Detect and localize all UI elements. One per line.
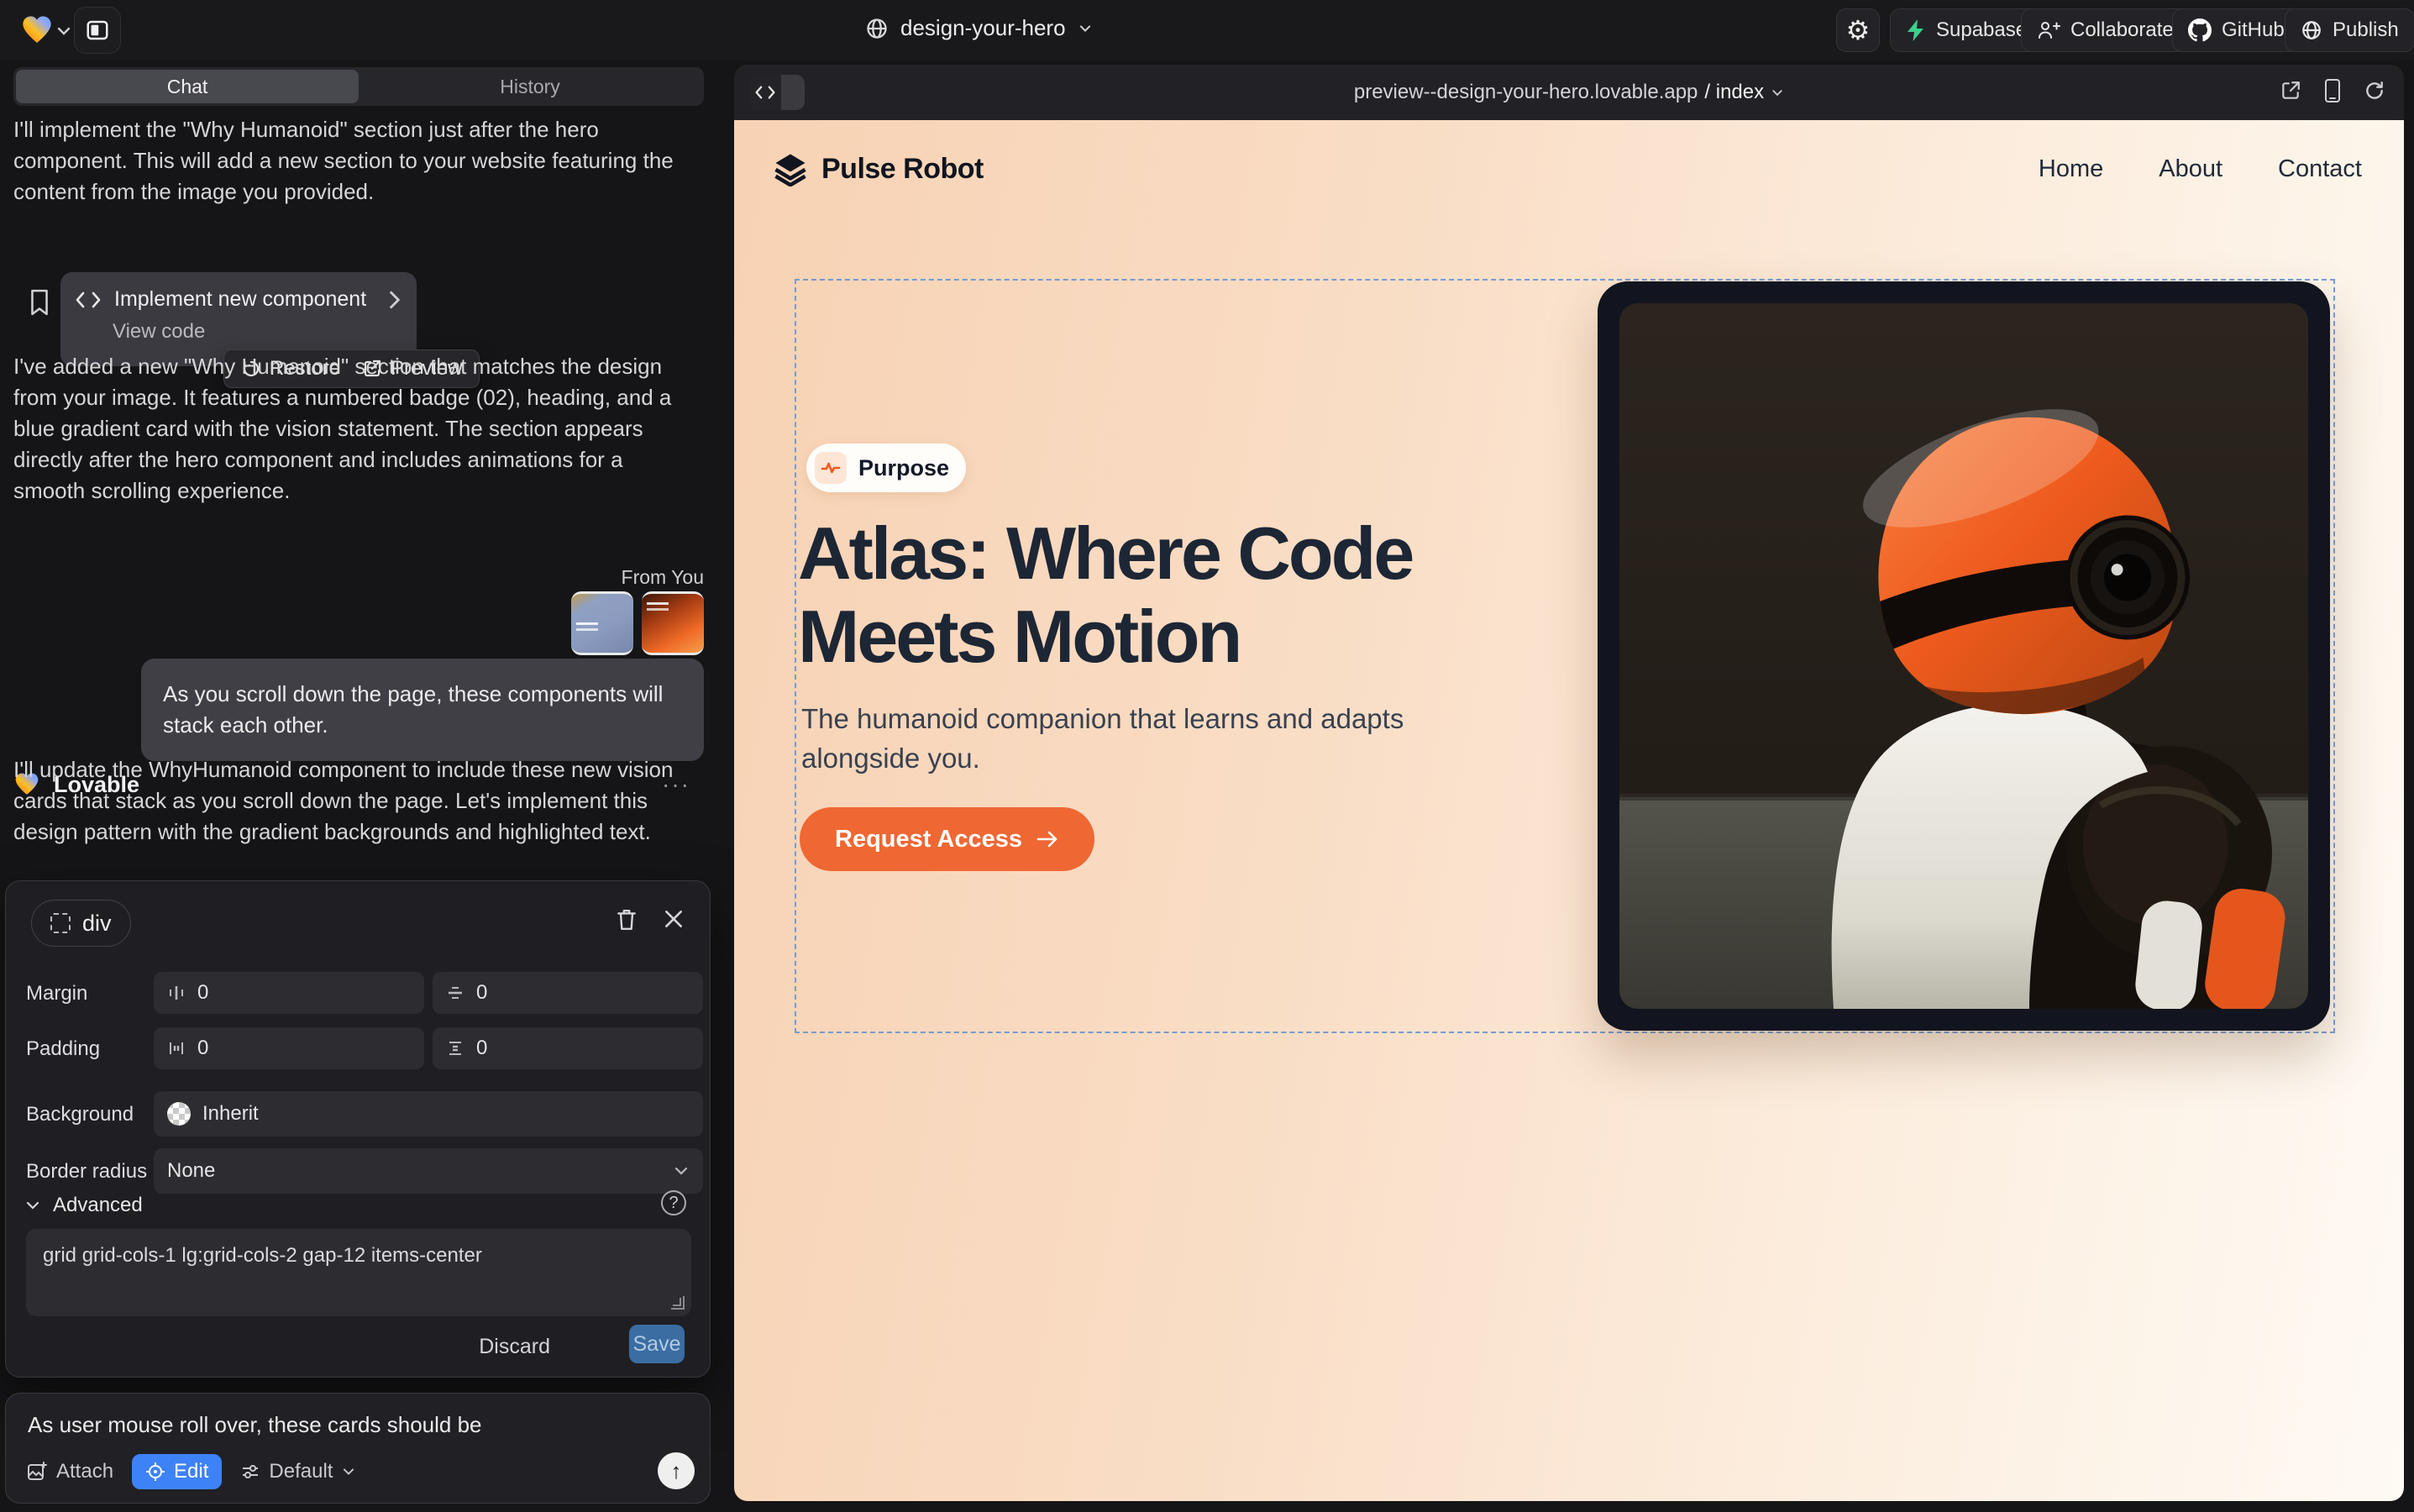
sliders-icon (240, 1462, 260, 1482)
padding-x-input[interactable]: 0 (154, 1027, 424, 1069)
preview-panel: preview--design-your-hero.lovable.app / … (734, 65, 2404, 1501)
background-input[interactable]: Inherit (154, 1091, 703, 1137)
publish-globe-icon (2301, 19, 2322, 41)
chat-composer[interactable]: As user mouse roll over, these cards sho… (5, 1393, 711, 1504)
element-tag: div (82, 911, 112, 937)
close-icon[interactable] (663, 908, 685, 930)
from-you-label: From You (622, 566, 704, 589)
request-access-button[interactable]: Request Access (800, 807, 1094, 871)
nav-about[interactable]: About (2159, 155, 2222, 183)
target-icon (145, 1462, 165, 1482)
layers-logo-icon (773, 151, 808, 186)
chevron-down-icon (341, 1467, 356, 1477)
project-name: design-your-hero (900, 15, 1066, 41)
hero-image-card (1598, 281, 2330, 1031)
add-user-icon (2037, 19, 2060, 41)
site-nav: Home About Contact (2039, 155, 2362, 183)
arrow-right-icon (1036, 830, 1059, 848)
bookmark-icon[interactable] (29, 289, 50, 316)
attach-button[interactable]: Attach (26, 1460, 113, 1483)
chevron-down-icon (1078, 24, 1093, 34)
user-message-bubble: As you scroll down the page, these compo… (141, 659, 704, 761)
margin-label: Margin (26, 982, 87, 1005)
element-inspector-panel: div Margin 0 0 Padding 0 0 Background In… (5, 880, 711, 1378)
preview-domain: preview--design-your-hero.lovable.app (1354, 81, 1698, 104)
attach-image-icon (26, 1461, 48, 1483)
nav-contact[interactable]: Contact (2278, 155, 2362, 183)
resize-handle[interactable] (671, 1296, 685, 1310)
purpose-badge: Purpose (806, 444, 966, 492)
discard-button[interactable]: Discard (479, 1335, 550, 1359)
model-mode-select[interactable]: Default (240, 1460, 356, 1483)
publish-button[interactable]: Publish (2285, 8, 2414, 52)
attachment-thumbnail-orange[interactable] (642, 591, 704, 655)
refresh-icon[interactable] (2364, 80, 2385, 102)
preview-url[interactable]: preview--design-your-hero.lovable.app / … (734, 65, 2404, 120)
transparency-swatch-icon (167, 1102, 191, 1126)
send-button[interactable]: ↑ (658, 1452, 695, 1489)
nav-home[interactable]: Home (2039, 155, 2103, 183)
border-radius-label: Border radius (26, 1160, 147, 1184)
view-code-link[interactable]: View code (60, 312, 417, 344)
assistant-message: I've added a new "Why Humanoid" section … (13, 351, 690, 507)
chevron-right-icon (388, 290, 401, 310)
delete-element-button[interactable] (616, 908, 638, 932)
chevron-down-icon (24, 1200, 41, 1211)
settings-button[interactable]: ⚙ (1836, 8, 1880, 52)
chevron-down-icon[interactable] (55, 25, 72, 37)
collaborate-button[interactable]: Collaborate (2021, 8, 2190, 52)
robot-image (1619, 303, 2308, 1009)
chevron-down-icon (1771, 88, 1784, 97)
attachment-thumbnail-blue[interactable] (571, 591, 633, 655)
lovable-logo-icon[interactable] (20, 13, 54, 47)
project-switcher[interactable]: design-your-hero (865, 15, 1093, 41)
site-canvas: Pulse Robot Home About Contact Purpose A… (734, 120, 2404, 1501)
code-icon (76, 291, 101, 309)
chat-history-tabs: Chat History (13, 67, 704, 106)
selected-element-chip[interactable]: div (31, 900, 131, 947)
save-button[interactable]: Save (629, 1325, 685, 1363)
assistant-message: I'll implement the "Why Humanoid" sectio… (13, 114, 690, 207)
supabase-button[interactable]: Supabase (1890, 8, 2043, 52)
component-card-title: Implement new component (114, 287, 366, 312)
margin-y-icon (446, 984, 464, 1002)
element-box-icon (50, 913, 71, 933)
background-label: Background (26, 1103, 134, 1126)
padding-label: Padding (26, 1037, 100, 1061)
supabase-bolt-icon (1906, 18, 1926, 42)
padding-y-input[interactable]: 0 (433, 1027, 703, 1069)
sidebar-toggle-button[interactable] (74, 7, 121, 54)
hero-heading: Atlas: Where Code Meets Motion (798, 512, 1412, 679)
assistant-message: I'll update the WhyHumanoid component to… (13, 754, 690, 848)
chevron-down-icon (673, 1165, 690, 1177)
open-in-new-tab-icon[interactable] (2280, 80, 2301, 102)
advanced-section-toggle[interactable]: Advanced (24, 1194, 143, 1217)
mobile-view-icon[interactable] (2323, 78, 2342, 103)
composer-input[interactable]: As user mouse roll over, these cards sho… (28, 1412, 482, 1438)
site-brand[interactable]: Pulse Robot (773, 151, 984, 186)
tab-history[interactable]: History (359, 70, 701, 103)
edit-mode-button[interactable]: Edit (132, 1454, 222, 1489)
preview-page: / index (1704, 81, 1764, 104)
hero-subtitle: The humanoid companion that learns and a… (801, 700, 1440, 779)
padding-x-icon (167, 1039, 186, 1058)
tab-chat[interactable]: Chat (16, 70, 359, 103)
github-button[interactable]: GitHub (2172, 8, 2301, 52)
margin-y-input[interactable]: 0 (433, 972, 703, 1014)
gear-icon: ⚙ (1846, 17, 1871, 44)
preview-toolbar: preview--design-your-hero.lovable.app / … (734, 65, 2404, 120)
advanced-classes-textarea[interactable]: grid grid-cols-1 lg:grid-cols-2 gap-12 i… (26, 1229, 691, 1316)
padding-y-icon (446, 1039, 464, 1058)
help-icon[interactable]: ? (661, 1190, 686, 1215)
globe-icon (865, 17, 889, 40)
top-bar: design-your-hero ⚙ Supabase Collaborate … (0, 0, 2414, 60)
pulse-icon (821, 458, 841, 478)
site-header: Pulse Robot Home About Contact (773, 145, 2362, 192)
margin-x-input[interactable]: 0 (154, 972, 424, 1014)
github-icon (2188, 18, 2212, 42)
margin-x-icon (167, 984, 186, 1002)
border-radius-select[interactable]: None (154, 1148, 703, 1194)
